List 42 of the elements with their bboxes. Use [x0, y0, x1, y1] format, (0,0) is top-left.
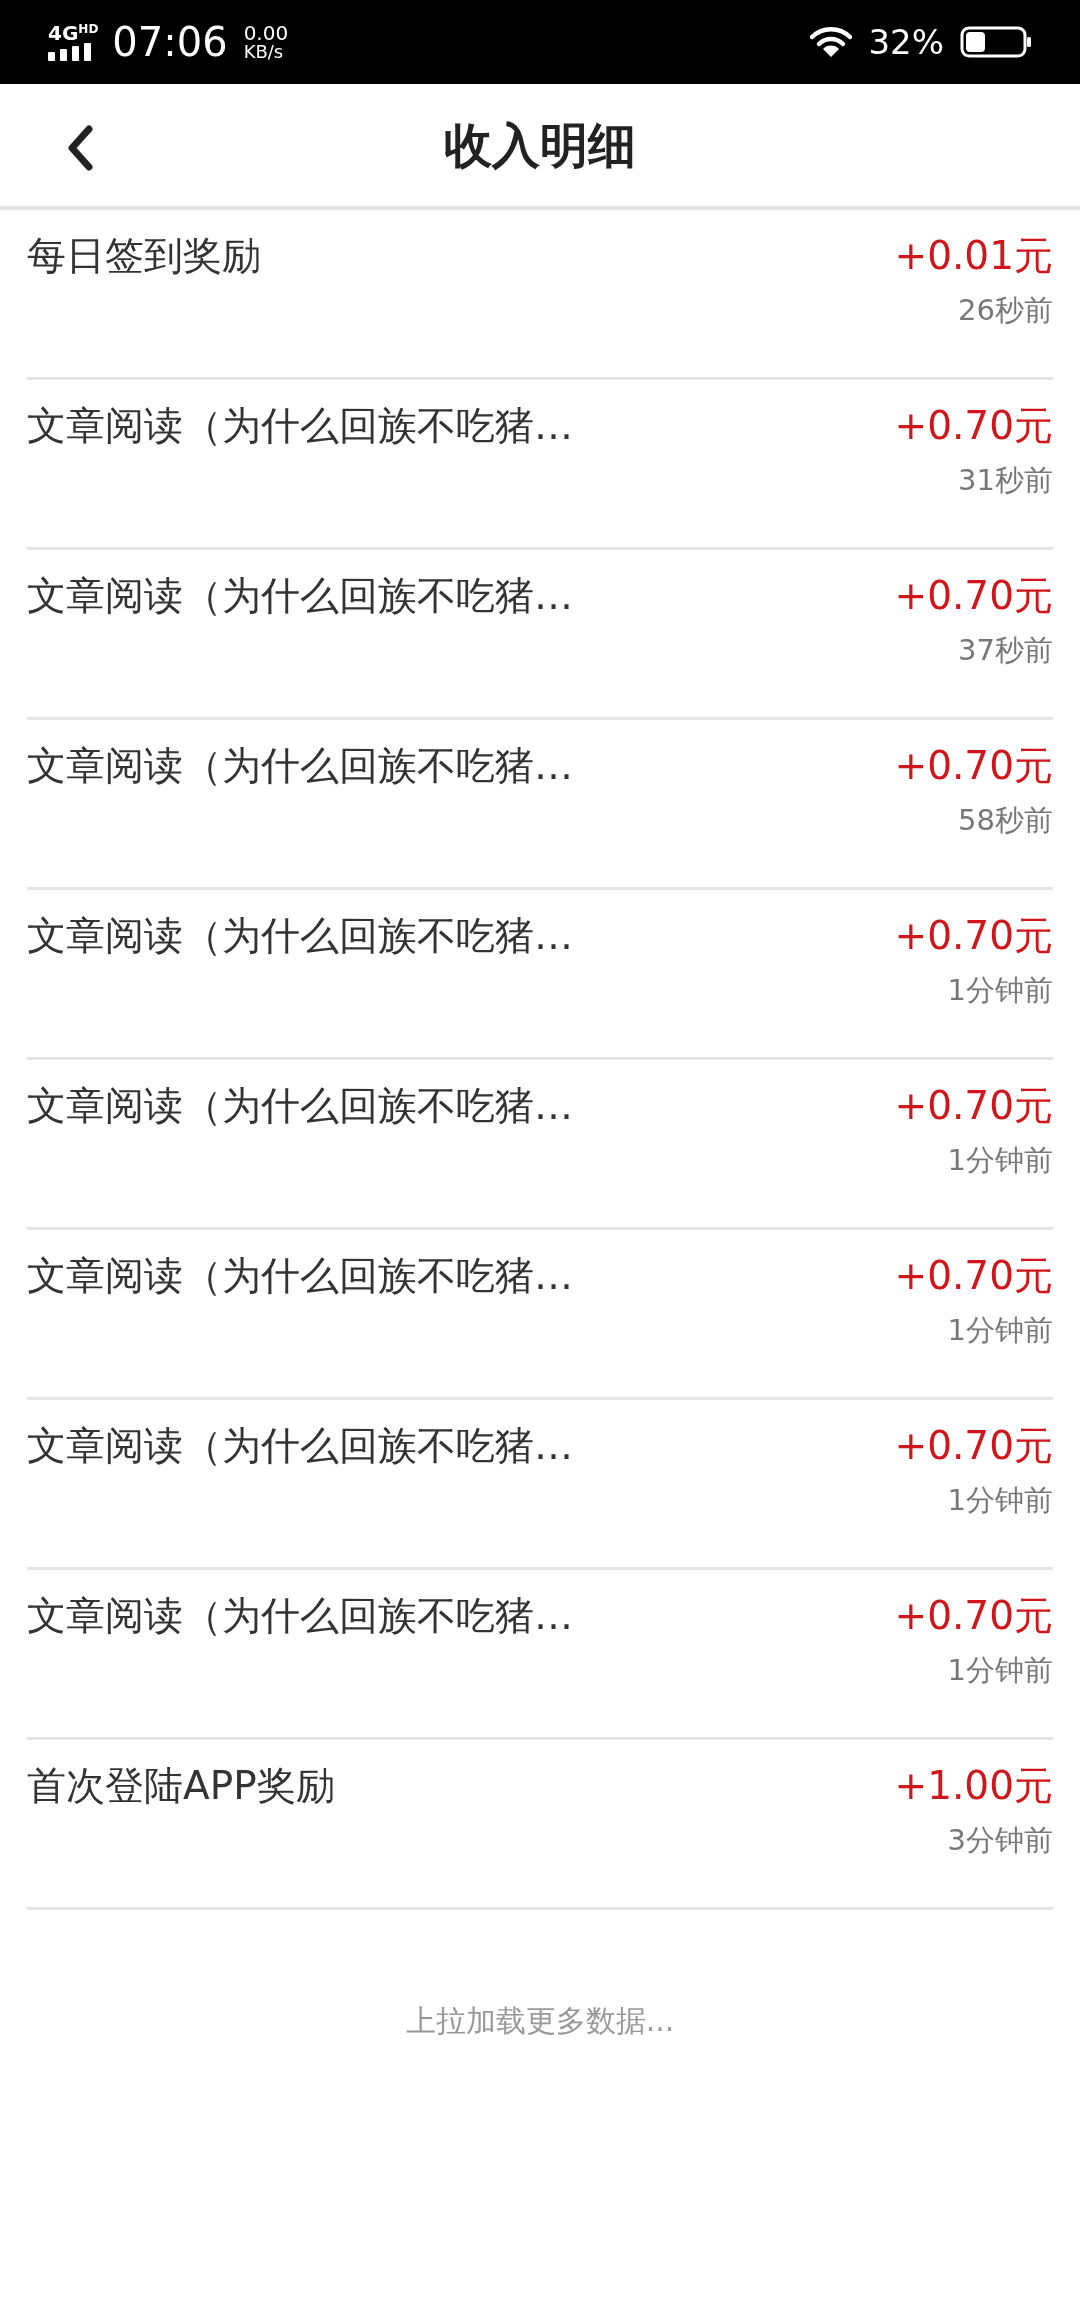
wifi-icon	[810, 26, 853, 58]
signal-icon	[48, 43, 92, 61]
network-speed: 0.00	[243, 23, 289, 43]
record-title: 文章阅读（为什么回族不吃猪…	[27, 1252, 573, 1300]
clock: 07:06	[112, 22, 228, 62]
record-time: 1分钟前	[947, 972, 1053, 1009]
record-time: 1分钟前	[947, 1652, 1053, 1689]
income-amount: +1.00元	[894, 1762, 1053, 1810]
record-time: 26秒前	[958, 292, 1053, 329]
record-title: 文章阅读（为什么回族不吃猪…	[27, 572, 573, 620]
income-amount: +0.70元	[894, 1252, 1053, 1300]
load-more-hint: 上拉加载更多数据...	[405, 2002, 675, 2040]
page-title: 收入明细	[444, 116, 636, 175]
income-amount: +0.70元	[894, 742, 1053, 790]
income-amount: +0.70元	[894, 912, 1053, 960]
record-time: 58秒前	[958, 802, 1053, 839]
income-amount: +0.70元	[894, 402, 1053, 450]
record-time: 31秒前	[958, 462, 1053, 499]
battery-percent: 32%	[868, 25, 944, 59]
record-time: 1分钟前	[947, 1142, 1053, 1179]
record-title: 文章阅读（为什么回族不吃猪…	[27, 402, 573, 450]
record-title: 文章阅读（为什么回族不吃猪…	[27, 1422, 573, 1470]
record-title: 首次登陆APP奖励	[27, 1762, 335, 1810]
income-amount: +0.70元	[894, 572, 1053, 620]
income-amount: +0.70元	[894, 1082, 1053, 1130]
network-type: 4G	[48, 23, 79, 43]
record-title: 文章阅读（为什么回族不吃猪…	[27, 1592, 573, 1640]
record-title: 文章阅读（为什么回族不吃猪…	[27, 912, 573, 960]
network-hd-label: HD	[78, 23, 99, 35]
record-time: 37秒前	[958, 632, 1053, 669]
record-time: 3分钟前	[947, 1822, 1053, 1859]
record-time: 1分钟前	[947, 1482, 1053, 1519]
income-amount: +0.70元	[894, 1422, 1053, 1470]
record-title: 每日签到奖励	[27, 232, 261, 280]
record-time: 1分钟前	[947, 1312, 1053, 1349]
speed-unit: KB/s	[243, 43, 285, 61]
battery-icon	[960, 26, 1032, 58]
income-amount: +0.01元	[894, 232, 1053, 280]
record-title: 文章阅读（为什么回族不吃猪…	[27, 1082, 573, 1130]
back-icon	[66, 124, 94, 172]
income-amount: +0.70元	[894, 1592, 1053, 1640]
record-title: 文章阅读（为什么回族不吃猪…	[27, 742, 573, 790]
